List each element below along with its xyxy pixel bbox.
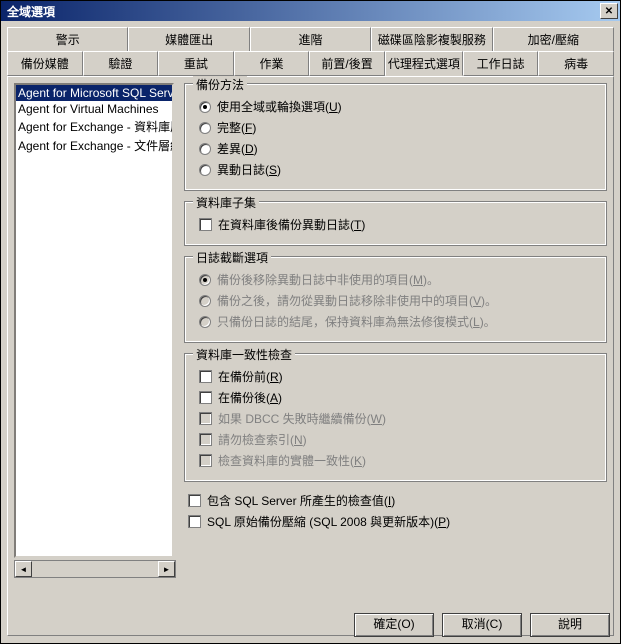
group-backup-method: 備份方法 使用全域或輪換選項(U)完整(F)差異(D)異動日誌(S) <box>184 83 607 191</box>
option-label: 在備份後(A) <box>218 389 282 406</box>
list-item[interactable]: Agent for Exchange - 資料庫層級 <box>16 117 172 136</box>
radio-input[interactable] <box>199 143 211 155</box>
option-label: 包含 SQL Server 所產生的檢查值(I) <box>207 492 395 509</box>
radio-input[interactable] <box>199 122 211 134</box>
checkbox-input <box>199 454 212 467</box>
radio-input[interactable] <box>199 164 211 176</box>
scroll-left-icon[interactable]: ◄ <box>15 561 32 577</box>
option-label: 差異(D) <box>217 140 258 157</box>
group-db-subset: 資料庫子集 在資料庫後備份異動日誌(T) <box>184 201 607 246</box>
checkbox-input[interactable] <box>199 370 212 383</box>
list-item[interactable]: Agent for Virtual Machines <box>16 101 172 117</box>
db-consistency-option-2: 如果 DBCC 失敗時繼續備份(W) <box>199 410 592 427</box>
log-truncate-option-0: 備份後移除異動日誌中非使用的項目(M)。 <box>199 271 592 288</box>
radio-input <box>199 295 211 307</box>
group-legend: 日誌截斷選項 <box>193 249 271 266</box>
tab-r1-1[interactable]: 媒體匯出 <box>128 27 249 52</box>
radio-input[interactable] <box>199 101 211 113</box>
option-label: 檢查資料庫的實體一致性(K) <box>218 452 366 469</box>
cancel-button[interactable]: 取消(C) <box>442 613 522 637</box>
tab-r2-6[interactable]: 工作日誌 <box>463 51 539 76</box>
checkbox-input[interactable] <box>188 494 201 507</box>
group-legend: 資料庫子集 <box>193 194 259 211</box>
option-label: 在資料庫後備份異動日誌(T) <box>218 216 365 233</box>
checkbox-input[interactable] <box>188 515 201 528</box>
option-label: 如果 DBCC 失敗時繼續備份(W) <box>218 410 386 427</box>
backup-method-option-2[interactable]: 差異(D) <box>199 140 592 157</box>
tab-r1-4[interactable]: 加密/壓縮 <box>493 27 614 52</box>
db-subset-option-0[interactable]: 在資料庫後備份異動日誌(T) <box>199 216 592 233</box>
tab-r2-3[interactable]: 作業 <box>234 51 310 76</box>
backup-method-option-1[interactable]: 完整(F) <box>199 119 592 136</box>
log-truncate-option-1: 備份之後，請勿從異動日誌移除非使用中的項目(V)。 <box>199 292 592 309</box>
option-label: 使用全域或輪換選項(U) <box>217 98 342 115</box>
agent-column: Agent for Microsoft SQL ServerAgent for … <box>14 83 176 629</box>
option-label: 備份之後，請勿從異動日誌移除非使用中的項目(V)。 <box>217 292 497 309</box>
tab-r1-0[interactable]: 警示 <box>7 27 128 52</box>
tab-panel-agent-options: Agent for Microsoft SQL ServerAgent for … <box>7 76 614 636</box>
dialog-buttons: 確定(O) 取消(C) 說明 <box>354 613 610 637</box>
backup-method-option-3[interactable]: 異動日誌(S) <box>199 161 592 178</box>
group-legend: 備份方法 <box>193 76 247 93</box>
option-label: 異動日誌(S) <box>217 161 281 178</box>
client-area: 警示媒體匯出進階磁碟區陰影複製服務加密/壓縮 備份媒體驗證重試作業前置/後置代理… <box>1 21 620 643</box>
db-consistency-option-1[interactable]: 在備份後(A) <box>199 389 592 406</box>
group-db-consistency: 資料庫一致性檢查 在備份前(R)在備份後(A)如果 DBCC 失敗時繼續備份(W… <box>184 353 607 482</box>
list-item[interactable]: Agent for Exchange - 文件層級 <box>16 136 172 155</box>
log-truncate-option-2: 只備份日誌的結尾，保持資料庫為無法修復模式(L)。 <box>199 313 592 330</box>
loose-option-0[interactable]: 包含 SQL Server 所產生的檢查值(I) <box>188 492 603 509</box>
option-label: 完整(F) <box>217 119 256 136</box>
tab-r2-2[interactable]: 重試 <box>158 51 234 76</box>
close-icon[interactable]: ✕ <box>600 3 618 19</box>
tab-r2-7[interactable]: 病毒 <box>538 51 614 76</box>
group-legend: 資料庫一致性檢查 <box>193 346 295 363</box>
checkbox-input[interactable] <box>199 218 212 231</box>
scroll-right-icon[interactable]: ► <box>158 561 175 577</box>
db-consistency-option-4: 檢查資料庫的實體一致性(K) <box>199 452 592 469</box>
tab-r2-1[interactable]: 驗證 <box>83 51 159 76</box>
agent-list[interactable]: Agent for Microsoft SQL ServerAgent for … <box>14 83 174 558</box>
option-label: SQL 原始備份壓縮 (SQL 2008 與更新版本)(P) <box>207 513 450 530</box>
options-column: 備份方法 使用全域或輪換選項(U)完整(F)差異(D)異動日誌(S) 資料庫子集… <box>184 83 607 629</box>
option-label: 只備份日誌的結尾，保持資料庫為無法修復模式(L)。 <box>217 313 496 330</box>
checkbox-input[interactable] <box>199 391 212 404</box>
tab-r2-4[interactable]: 前置/後置 <box>309 51 385 76</box>
tab-r2-0[interactable]: 備份媒體 <box>7 51 83 76</box>
titlebar: 全域選項 ✕ <box>1 1 620 21</box>
radio-input <box>199 274 211 286</box>
tab-r1-2[interactable]: 進階 <box>250 27 371 52</box>
backup-method-option-0[interactable]: 使用全域或輪換選項(U) <box>199 98 592 115</box>
tabs-row-1: 警示媒體匯出進階磁碟區陰影複製服務加密/壓縮 <box>7 27 614 52</box>
agent-list-hscroll[interactable]: ◄ ► <box>14 560 176 578</box>
checkbox-input <box>199 412 212 425</box>
ok-button[interactable]: 確定(O) <box>354 613 434 637</box>
window-title: 全域選項 <box>3 3 55 20</box>
radio-input <box>199 316 211 328</box>
checkbox-input <box>199 433 212 446</box>
option-label: 在備份前(R) <box>218 368 283 385</box>
option-label: 請勿檢查索引(N) <box>218 431 307 448</box>
loose-options: 包含 SQL Server 所產生的檢查值(I) SQL 原始備份壓縮 (SQL … <box>184 492 607 530</box>
group-log-truncate: 日誌截斷選項 備份後移除異動日誌中非使用的項目(M)。備份之後，請勿從異動日誌移… <box>184 256 607 343</box>
help-button[interactable]: 說明 <box>530 613 610 637</box>
db-consistency-option-3: 請勿檢查索引(N) <box>199 431 592 448</box>
option-label: 備份後移除異動日誌中非使用的項目(M)。 <box>217 271 439 288</box>
tab-r1-3[interactable]: 磁碟區陰影複製服務 <box>371 27 492 52</box>
db-consistency-option-0[interactable]: 在備份前(R) <box>199 368 592 385</box>
tabs-row-2: 備份媒體驗證重試作業前置/後置代理程式選項工作日誌病毒 <box>7 51 614 76</box>
global-options-window: 全域選項 ✕ 警示媒體匯出進階磁碟區陰影複製服務加密/壓縮 備份媒體驗證重試作業… <box>0 0 621 644</box>
loose-option-1[interactable]: SQL 原始備份壓縮 (SQL 2008 與更新版本)(P) <box>188 513 603 530</box>
list-item[interactable]: Agent for Microsoft SQL Server <box>16 85 172 101</box>
tab-r2-5[interactable]: 代理程式選項 <box>385 51 463 76</box>
